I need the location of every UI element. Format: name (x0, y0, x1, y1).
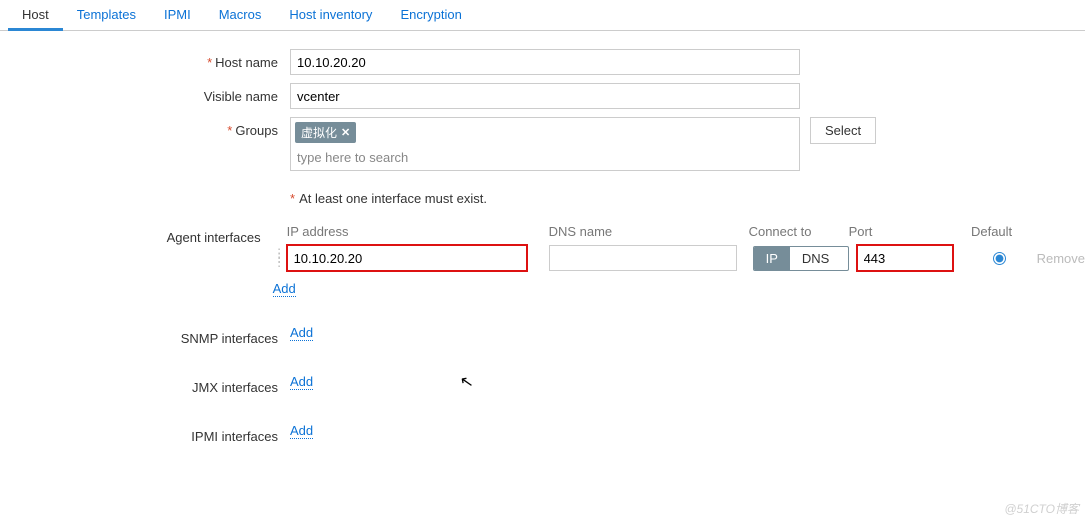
col-dns: DNS name (549, 224, 749, 239)
agent-port-input[interactable] (857, 245, 953, 271)
tab-host-inventory[interactable]: Host inventory (275, 0, 386, 31)
close-icon[interactable]: ✕ (341, 126, 350, 139)
connect-to-ip[interactable]: IP (754, 247, 790, 270)
groups-search-input[interactable] (295, 149, 795, 166)
label-agent-interfaces: Agent interfaces (0, 224, 273, 245)
remove-interface-link: Remove (1037, 251, 1085, 266)
snmp-add-link[interactable]: Add (290, 325, 313, 341)
required-marker: * (227, 123, 232, 138)
form: *Host name Visible name *Groups 虚拟化 ✕ (0, 31, 1085, 444)
label-jmx-interfaces: JMX interfaces (0, 374, 290, 395)
groups-select-button[interactable]: Select (810, 117, 876, 144)
group-chip[interactable]: 虚拟化 ✕ (295, 122, 356, 143)
agent-add-link[interactable]: Add (273, 281, 296, 297)
label-groups: *Groups (0, 117, 290, 138)
label-snmp-interfaces: SNMP interfaces (0, 325, 290, 346)
required-marker: * (290, 191, 295, 206)
drag-handle-icon[interactable]: ⋮⋮⋮⋮⋮⋮ (273, 252, 283, 264)
label-visible-name: Visible name (0, 83, 290, 104)
tab-macros[interactable]: Macros (205, 0, 276, 31)
col-default: Default (957, 224, 1027, 239)
default-interface-radio[interactable] (993, 252, 1006, 265)
label-ipmi-interfaces: IPMI interfaces (0, 423, 290, 444)
tab-host[interactable]: Host (8, 0, 63, 31)
tab-ipmi[interactable]: IPMI (150, 0, 205, 31)
label-host-name: *Host name (0, 49, 290, 70)
agent-dns-input[interactable] (549, 245, 737, 271)
tab-templates[interactable]: Templates (63, 0, 150, 31)
required-marker: * (207, 55, 212, 70)
tab-encryption[interactable]: Encryption (386, 0, 475, 31)
group-chip-label: 虚拟化 (301, 124, 337, 141)
jmx-add-link[interactable]: Add (290, 374, 313, 390)
col-connect: Connect to (749, 224, 849, 239)
ipmi-add-link[interactable]: Add (290, 423, 313, 439)
visible-name-input[interactable] (290, 83, 800, 109)
connect-to-toggle: IP DNS (753, 246, 849, 271)
connect-to-dns[interactable]: DNS (790, 247, 841, 270)
agent-interface-row: ⋮⋮⋮⋮⋮⋮ IP DNS (273, 245, 1085, 271)
interface-header: IP address DNS name Connect to Port Defa… (273, 224, 1085, 239)
groups-multiselect[interactable]: 虚拟化 ✕ (290, 117, 800, 171)
tab-bar: Host Templates IPMI Macros Host inventor… (0, 0, 1085, 31)
col-ip: IP address (287, 224, 549, 239)
host-name-input[interactable] (290, 49, 800, 75)
watermark: @51CTO博客 (1004, 500, 1079, 517)
agent-ip-input[interactable] (287, 245, 527, 271)
interface-hint: *At least one interface must exist. (290, 191, 1085, 206)
col-port: Port (849, 224, 957, 239)
